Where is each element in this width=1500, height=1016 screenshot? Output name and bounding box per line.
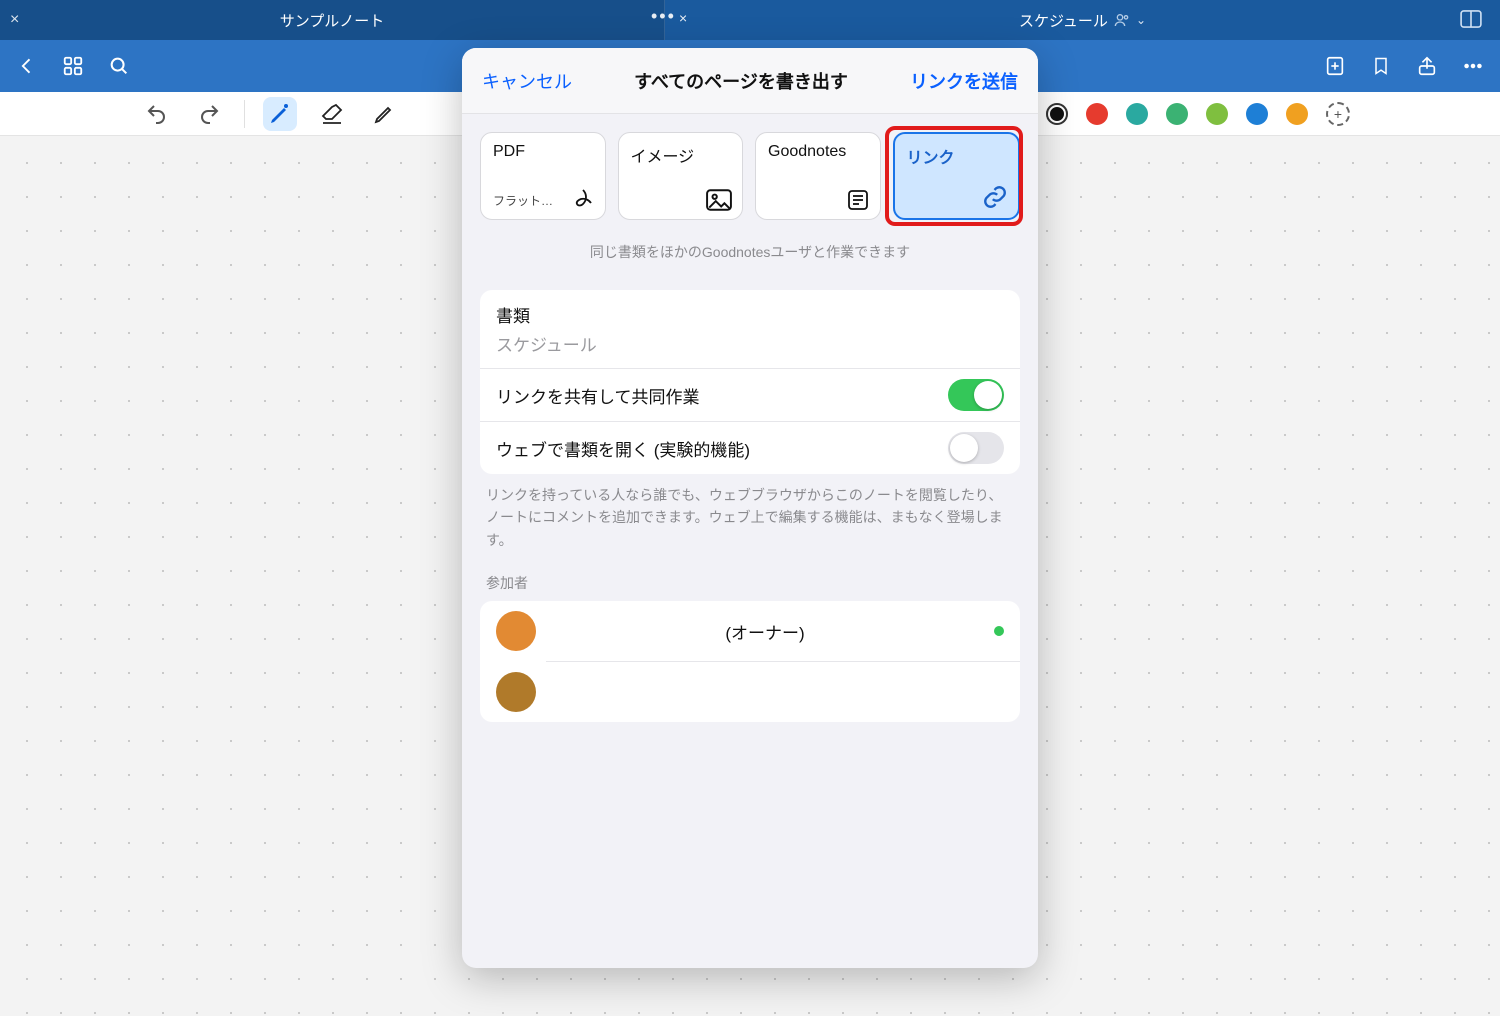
format-title: イメージ: [631, 143, 731, 167]
format-subtitle: フラット化…: [493, 192, 563, 209]
modal-title: すべてのページを書き出す: [634, 68, 848, 94]
more-button[interactable]: [1460, 53, 1486, 79]
undo-button[interactable]: [140, 97, 174, 131]
chevron-down-icon: ⌄: [1136, 13, 1146, 27]
format-title: Goodnotes: [768, 143, 868, 161]
format-pdf[interactable]: PDF フラット化…: [480, 132, 606, 220]
format-row: PDF フラット化… イメージ Goodnotes リンク: [480, 132, 1020, 220]
participant-name: (オーナー): [552, 619, 978, 644]
open-web-label: ウェブで書類を開く (実験的機能): [496, 436, 750, 461]
bookmark-button[interactable]: [1368, 53, 1394, 79]
shared-person-icon: [1114, 12, 1130, 28]
share-collab-toggle[interactable]: [948, 379, 1004, 411]
highlighter-tool[interactable]: [367, 97, 401, 131]
document-name: スケジュール: [496, 331, 597, 356]
split-view-icon[interactable]: [1460, 10, 1482, 28]
redo-button[interactable]: [192, 97, 226, 131]
cancel-button[interactable]: キャンセル: [482, 68, 572, 94]
pen-tool[interactable]: [263, 97, 297, 131]
hint-text: 同じ書類をほかのGoodnotesユーザと作業できます: [480, 242, 1020, 262]
thumbnails-button[interactable]: [60, 53, 86, 79]
color-swatch-red[interactable]: [1086, 103, 1108, 125]
document-label: 書類: [496, 302, 530, 327]
participant-row[interactable]: [480, 662, 1020, 722]
format-image[interactable]: イメージ: [618, 132, 744, 220]
link-icon: [982, 184, 1008, 210]
add-page-button[interactable]: [1322, 53, 1348, 79]
format-title: PDF: [493, 143, 593, 161]
tab-label: サンプルノート: [280, 10, 385, 31]
format-title: リンク: [907, 144, 1007, 168]
color-swatch-blue[interactable]: [1246, 103, 1268, 125]
tab-bar: × サンプルノート ••• × スケジュール ⌄: [0, 0, 1500, 40]
export-modal: キャンセル すべてのページを書き出す リンクを送信 PDF フラット化… イメー…: [462, 48, 1038, 968]
search-button[interactable]: [106, 53, 132, 79]
share-collab-row: リンクを共有して共同作業: [480, 368, 1020, 421]
back-button[interactable]: [14, 53, 40, 79]
tab-schedule[interactable]: ••• × スケジュール ⌄: [665, 0, 1500, 40]
eraser-tool[interactable]: [315, 97, 349, 131]
participants-group: (オーナー): [480, 601, 1020, 722]
pdf-icon: [571, 187, 595, 211]
participant-row[interactable]: (オーナー): [480, 601, 1020, 661]
color-swatch-black[interactable]: [1046, 103, 1068, 125]
modal-header: キャンセル すべてのページを書き出す リンクを送信: [462, 48, 1038, 114]
color-swatch-teal[interactable]: [1126, 103, 1148, 125]
send-link-button[interactable]: リンクを送信: [910, 68, 1018, 94]
document-row[interactable]: 書類 スケジュール: [480, 290, 1020, 368]
footnote-text: リンクを持っている人なら誰でも、ウェブブラウザからこのノートを閲覧したり、ノート…: [480, 474, 1020, 551]
avatar: [496, 611, 536, 651]
close-icon[interactable]: ×: [679, 10, 687, 26]
online-status-icon: [994, 626, 1004, 636]
image-icon: [706, 189, 732, 211]
color-palette: [1046, 102, 1360, 126]
settings-group: 書類 スケジュール リンクを共有して共同作業 ウェブで書類を開く (実験的機能): [480, 290, 1020, 474]
format-goodnotes[interactable]: Goodnotes: [755, 132, 881, 220]
tab-sample-note[interactable]: × サンプルノート: [0, 0, 665, 40]
close-icon[interactable]: ×: [10, 11, 19, 29]
share-collab-label: リンクを共有して共同作業: [496, 383, 700, 408]
open-web-row: ウェブで書類を開く (実験的機能): [480, 421, 1020, 474]
color-swatch-green[interactable]: [1166, 103, 1188, 125]
color-swatch-lime[interactable]: [1206, 103, 1228, 125]
tab-label: スケジュール: [1019, 10, 1108, 31]
add-color-button[interactable]: [1326, 102, 1350, 126]
participants-label: 参加者: [480, 551, 1020, 601]
goodnotes-icon: [846, 189, 870, 211]
more-dots-icon: •••: [651, 6, 676, 27]
format-link[interactable]: リンク: [893, 132, 1021, 220]
color-swatch-orange[interactable]: [1286, 103, 1308, 125]
avatar: [496, 672, 536, 712]
share-button[interactable]: [1414, 53, 1440, 79]
open-web-toggle[interactable]: [948, 432, 1004, 464]
